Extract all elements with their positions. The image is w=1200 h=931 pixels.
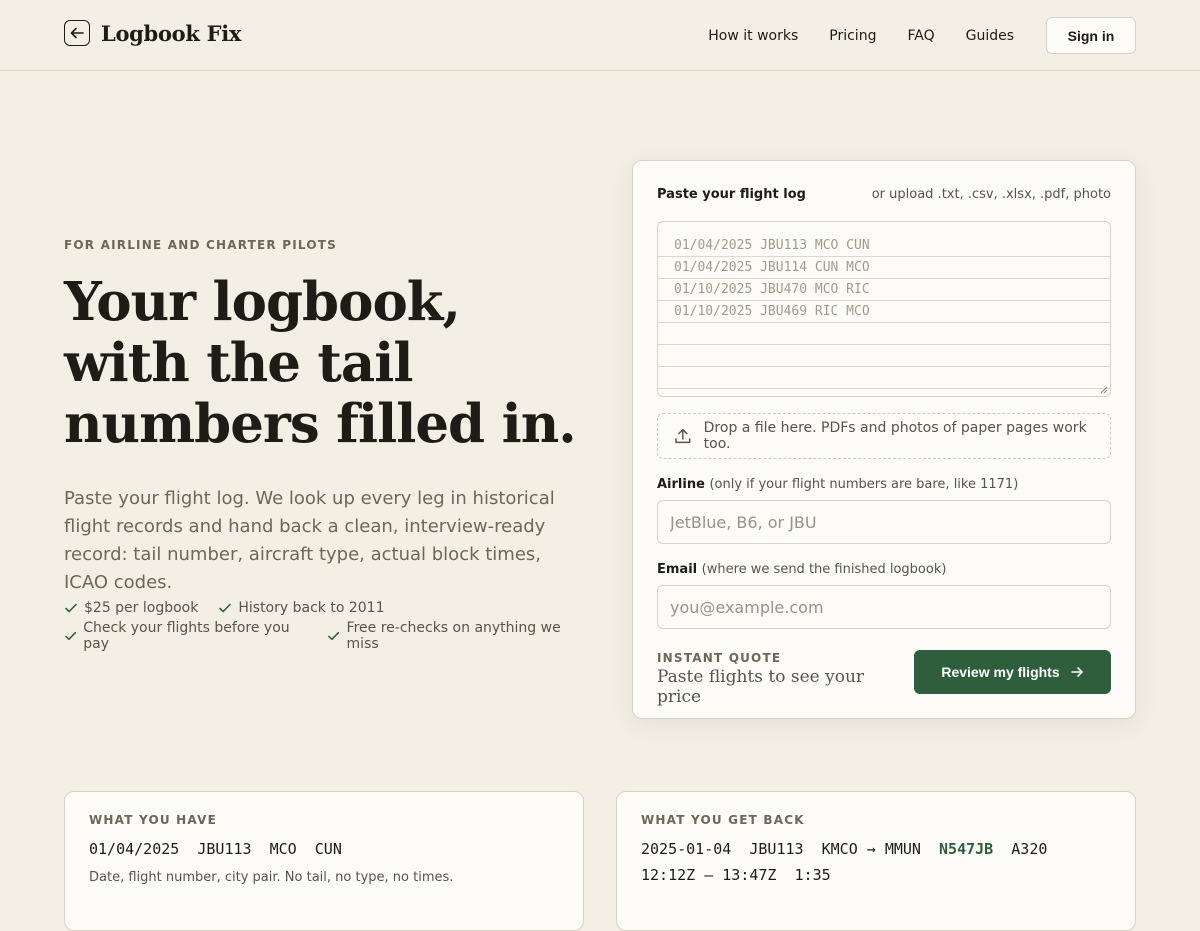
main-nav: How it works Pricing FAQ Guides Sign in (708, 17, 1136, 54)
brand-logo[interactable]: Logbook Fix (64, 20, 241, 46)
upload-icon (675, 428, 691, 444)
email-note: (where we send the finished logbook) (701, 562, 947, 577)
log-placeholder-line: 01/04/2025 JBU114 CUN MCO (658, 257, 1110, 279)
sign-in-button[interactable]: Sign in (1046, 17, 1136, 54)
upload-formats-note[interactable]: or upload .txt, .csv, .xlsx, .pdf, photo (872, 187, 1111, 202)
what-you-have-label: WHAT YOU HAVE (89, 813, 217, 827)
log-empty-line (658, 367, 1110, 389)
arrow-right-icon (1070, 667, 1083, 677)
feature-history: History back to 2011 (218, 600, 384, 616)
arrow-left-icon (64, 20, 90, 46)
airline-input[interactable] (657, 500, 1111, 544)
hero-title: Your logbook, with the tail numbers fill… (64, 271, 577, 455)
email-label: Email (where we send the finished logboo… (657, 562, 947, 577)
feature-checklist: $25 per logbook History back to 2011 Che… (64, 594, 604, 652)
raw-log-example: 01/04/2025 JBU113 MCO CUN (89, 840, 342, 858)
nav-guides[interactable]: Guides (966, 28, 1014, 44)
resize-handle-icon[interactable] (1100, 386, 1108, 394)
airline-label: Airline (only if your flight numbers are… (657, 477, 1019, 492)
log-empty-line (658, 345, 1110, 367)
what-you-get-label: WHAT YOU GET BACK (641, 813, 805, 827)
check-icon (219, 603, 232, 613)
email-input[interactable] (657, 585, 1111, 629)
instant-quote-label: INSTANT QUOTE (657, 651, 782, 665)
check-icon (65, 631, 77, 641)
flight-log-form: Paste your flight log or upload .txt, .c… (632, 160, 1136, 719)
log-placeholder-line: 01/04/2025 JBU113 MCO CUN (658, 222, 1110, 257)
log-empty-line (658, 323, 1110, 345)
flight-log-label: Paste your flight log (657, 187, 806, 202)
feature-check-before-pay: Check your flights before you pay (64, 620, 307, 652)
hero-eyebrow: FOR AIRLINE AND CHARTER PILOTS (64, 238, 337, 252)
what-you-have-card: WHAT YOU HAVE 01/04/2025 JBU113 MCO CUN … (64, 791, 584, 931)
review-flights-button[interactable]: Review my flights (914, 650, 1111, 694)
flight-log-textarea[interactable]: 01/04/2025 JBU113 MCO CUN 01/04/2025 JBU… (657, 221, 1111, 397)
check-icon (328, 631, 340, 641)
what-you-get-card: WHAT YOU GET BACK 2025-01-04 JBU113 KMCO… (616, 791, 1136, 931)
feature-price: $25 per logbook (64, 600, 198, 616)
file-drop-zone[interactable]: Drop a file here. PDFs and photos of pap… (657, 413, 1111, 459)
enriched-log-line-2: 12:12Z – 13:47Z 1:35 (641, 866, 831, 884)
raw-log-note: Date, flight number, city pair. No tail,… (89, 870, 454, 885)
check-icon (65, 603, 77, 613)
nav-how-it-works[interactable]: How it works (708, 28, 798, 44)
log-placeholder-line: 01/10/2025 JBU469 RIC MCO (658, 301, 1110, 323)
feature-free-rechecks: Free re-checks on anything we miss (327, 620, 584, 652)
airline-note: (only if your flight numbers are bare, l… (709, 477, 1019, 492)
nav-pricing[interactable]: Pricing (829, 28, 876, 44)
brand-name: Logbook Fix (101, 20, 242, 46)
enriched-log-line-1: 2025-01-04 JBU113 KMCO → MMUN N547JB A32… (641, 840, 1048, 858)
log-placeholder-line: 01/10/2025 JBU470 MCO RIC (658, 279, 1110, 301)
nav-faq[interactable]: FAQ (907, 28, 934, 44)
site-header: Logbook Fix How it works Pricing FAQ Gui… (0, 0, 1200, 71)
drop-zone-text: Drop a file here. PDFs and photos of pap… (703, 420, 1087, 452)
instant-quote-text: Paste flights to see your price (657, 667, 865, 707)
hero-subtitle: Paste your flight log. We look up every … (64, 488, 555, 593)
tail-number: N547JB (939, 840, 994, 858)
